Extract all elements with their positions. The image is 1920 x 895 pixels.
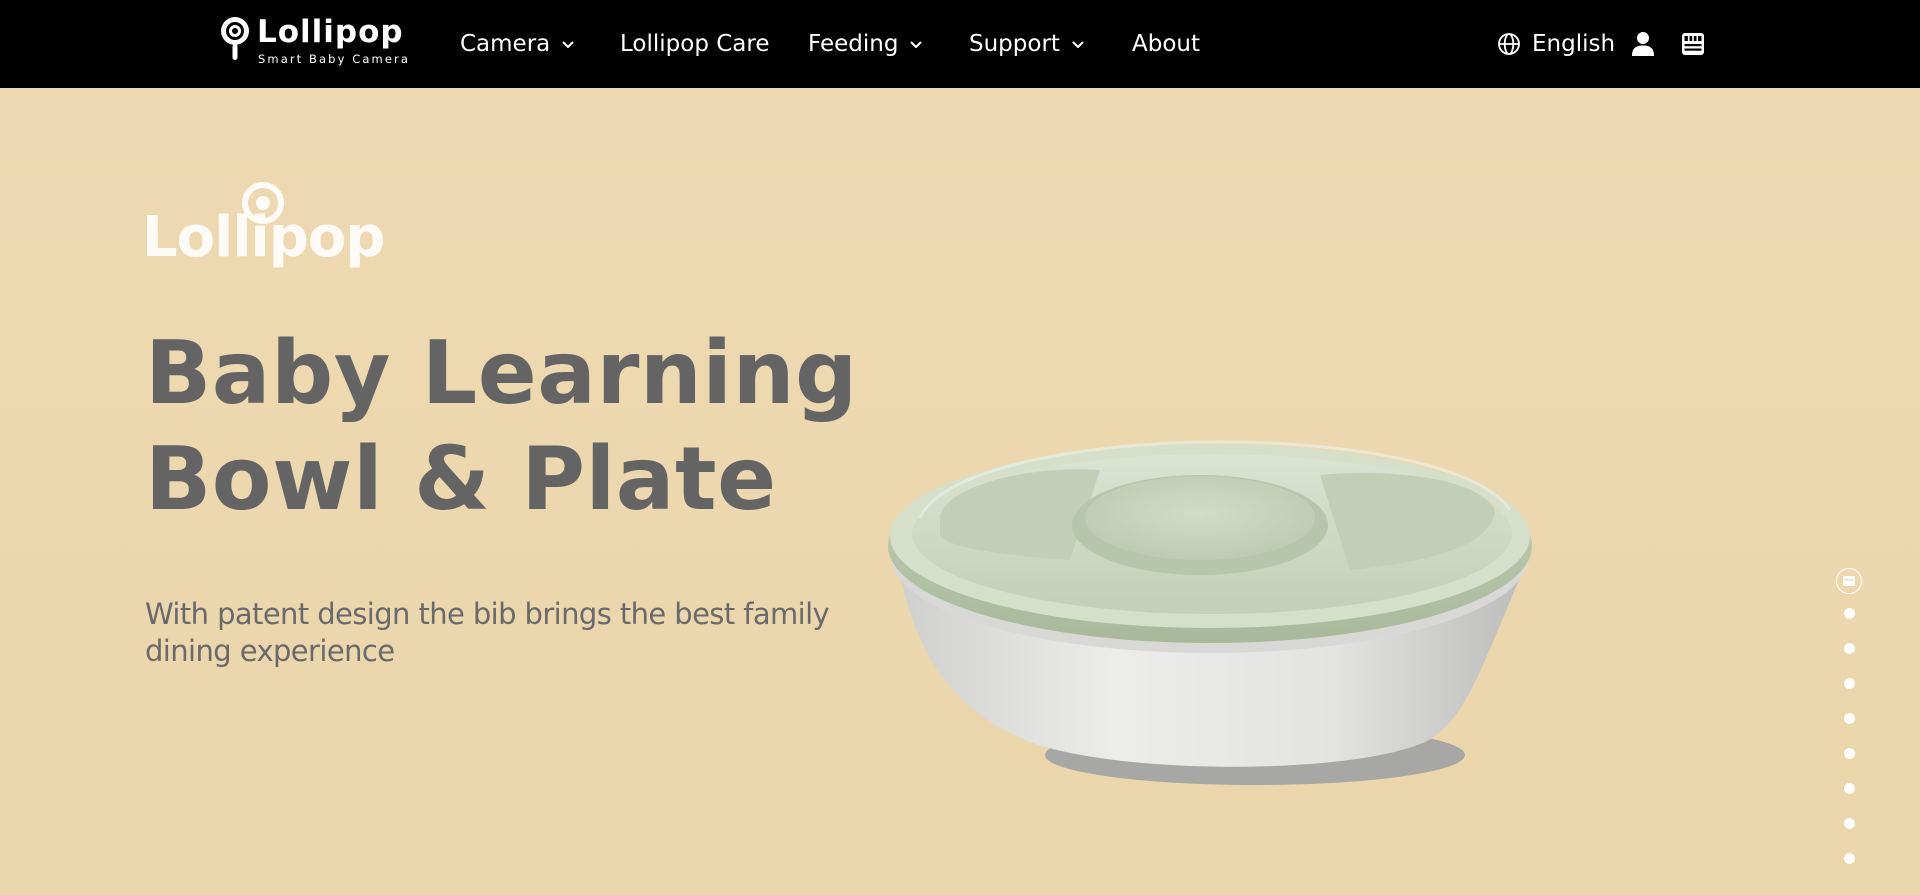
nav-item-label: About xyxy=(1132,31,1201,57)
nav-item-about[interactable]: About xyxy=(1132,0,1200,88)
lollipop-logo-icon xyxy=(221,17,249,60)
brand-tagline: Smart Baby Camera xyxy=(258,52,410,66)
hero-title-line-2: Bowl & Plate xyxy=(145,428,777,530)
hero-brand-wordmark: Lollipop xyxy=(142,205,385,270)
pagination-dot[interactable] xyxy=(1844,608,1855,619)
user-icon[interactable] xyxy=(1631,31,1655,57)
pagination-active-slide[interactable] xyxy=(1836,568,1862,594)
hero-brand-logo: Lollipop xyxy=(142,180,385,270)
pagination-dot[interactable] xyxy=(1844,818,1855,829)
brand-name: Lollipop xyxy=(257,14,404,50)
store-icon[interactable] xyxy=(1680,31,1706,57)
chevron-down-icon xyxy=(562,41,574,48)
nav-item-label: Support xyxy=(969,31,1060,57)
nav-item-label: Feeding xyxy=(808,31,899,57)
chevron-down-icon xyxy=(910,41,922,48)
language-selector[interactable]: English xyxy=(1497,0,1615,88)
baby-learning-bowl-image xyxy=(888,440,1532,785)
hero-title: Baby Learning Bowl & Plate xyxy=(145,320,905,532)
pagination-dot[interactable] xyxy=(1844,713,1855,724)
nav-item-feeding[interactable]: Feeding xyxy=(808,0,922,88)
hero-banner: Lollipop Baby Learning Bowl & Plate With… xyxy=(0,88,1920,895)
nav-item-camera[interactable]: Camera xyxy=(460,0,574,88)
globe-icon xyxy=(1498,33,1520,55)
pagination-dot[interactable] xyxy=(1844,748,1855,759)
top-navigation-bar: Lollipop Smart Baby Camera Camera Lollip… xyxy=(0,0,1920,88)
nav-item-label: Lollipop Care xyxy=(620,31,770,57)
nav-item-support[interactable]: Support xyxy=(969,0,1084,88)
product-thumbnail-icon xyxy=(1843,576,1855,586)
pagination-dot[interactable] xyxy=(1844,678,1855,689)
chevron-down-icon xyxy=(1072,41,1084,48)
hero-title-line-1: Baby Learning xyxy=(145,322,858,424)
pagination-dot[interactable] xyxy=(1844,853,1855,864)
nav-item-label: Camera xyxy=(460,31,551,57)
brand-logo[interactable]: Lollipop Smart Baby Camera xyxy=(219,14,408,67)
nav-item-lollipop-care[interactable]: Lollipop Care xyxy=(620,0,770,88)
pagination-dot[interactable] xyxy=(1844,643,1855,654)
pagination-dot[interactable] xyxy=(1844,783,1855,794)
hero-subtitle: With patent design the bib brings the be… xyxy=(145,597,830,668)
language-label: English xyxy=(1532,31,1616,57)
